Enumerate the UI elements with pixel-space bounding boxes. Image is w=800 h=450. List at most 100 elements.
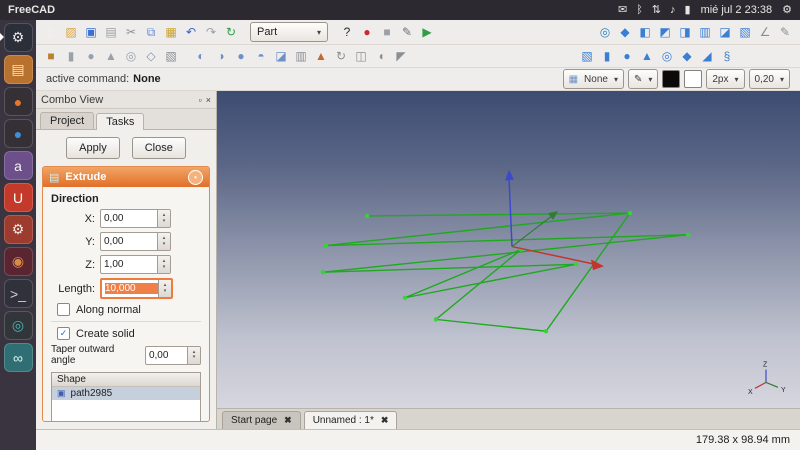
spinner-buttons[interactable]: ▴▾ xyxy=(158,280,171,297)
3d-viewport[interactable]: Z X Y xyxy=(217,91,800,408)
boolean-intersection-icon[interactable]: ◓ xyxy=(252,47,270,65)
working-plane-button[interactable]: ▦ None ▾ xyxy=(563,69,624,89)
solid-sphere-icon[interactable]: ● xyxy=(618,47,636,65)
solid-prism-icon[interactable]: ◆ xyxy=(678,47,696,65)
solid-cylinder-icon[interactable]: ▮ xyxy=(598,47,616,65)
cross-sections-icon[interactable]: ▥ xyxy=(292,47,310,65)
launcher-chromium[interactable]: ◎ xyxy=(4,311,33,340)
print-icon[interactable]: ▤ xyxy=(102,23,120,41)
solid-box-icon[interactable]: ▧ xyxy=(578,47,596,65)
line-width-select[interactable]: 2px ▾ xyxy=(706,69,744,89)
view-right-icon[interactable]: ◨ xyxy=(676,23,694,41)
solid-torus-icon[interactable]: ◎ xyxy=(658,47,676,65)
y-input[interactable]: 0,00 ▴▾ xyxy=(100,232,171,251)
boolean-icon[interactable]: ◐ xyxy=(192,47,210,65)
paste-icon[interactable]: ▦ xyxy=(162,23,180,41)
solid-wedge-icon[interactable]: ◢ xyxy=(698,47,716,65)
spinner-buttons[interactable]: ▴▾ xyxy=(157,233,170,250)
task-collapse-icon[interactable]: • xyxy=(188,170,203,185)
draw-style-button[interactable]: ✎ ▾ xyxy=(628,69,658,89)
create-solid-checkbox[interactable]: ✓ Create solid xyxy=(51,327,201,340)
view-bottom-icon[interactable]: ◪ xyxy=(716,23,734,41)
x-input[interactable]: 0,00 ▴▾ xyxy=(100,209,171,228)
refresh-icon[interactable]: ↻ xyxy=(222,23,240,41)
view-left-icon[interactable]: ▧ xyxy=(736,23,754,41)
volume-icon[interactable]: ♪ xyxy=(670,5,676,16)
launcher-system-settings[interactable]: ⚙ xyxy=(4,215,33,244)
close-tab-icon[interactable]: ✖ xyxy=(284,415,292,426)
save-icon[interactable]: ▣ xyxy=(82,23,100,41)
view-front-icon[interactable]: ◧ xyxy=(636,23,654,41)
shape-list-item[interactable]: ▣ path2985 xyxy=(52,387,200,400)
battery-icon[interactable]: ▮ xyxy=(685,5,691,16)
mirror-icon[interactable]: ◫ xyxy=(352,47,370,65)
open-file-icon[interactable]: ▨ xyxy=(62,23,80,41)
revolve-icon[interactable]: ↻ xyxy=(332,47,350,65)
part-box-icon[interactable]: ■ xyxy=(42,47,60,65)
along-normal-checkbox[interactable]: Along normal xyxy=(51,303,201,316)
bluetooth-icon[interactable]: ᛒ xyxy=(636,5,643,16)
close-panel-icon[interactable]: × xyxy=(206,95,211,105)
macro-play-icon[interactable]: ▶ xyxy=(418,23,436,41)
section-icon[interactable]: ◪ xyxy=(272,47,290,65)
close-button[interactable]: Close xyxy=(132,137,186,159)
new-file-icon[interactable]: ▯ xyxy=(42,23,60,41)
launcher-arduino[interactable]: ∞ xyxy=(4,343,33,372)
part-cylinder-icon[interactable]: ▮ xyxy=(62,47,80,65)
copy-icon[interactable]: ⧉ xyxy=(142,23,160,41)
spinner-buttons[interactable]: ▴▾ xyxy=(157,210,170,227)
view-rear-icon[interactable]: ▥ xyxy=(696,23,714,41)
create-primitives-icon[interactable]: ◇ xyxy=(142,47,160,65)
network-icon[interactable]: ⇅ xyxy=(652,5,661,16)
extrude-icon[interactable]: ▲ xyxy=(312,47,330,65)
session-menu-icon[interactable]: ⚙ xyxy=(782,5,792,16)
view-axonometric-icon[interactable]: ◆ xyxy=(616,23,634,41)
fit-all-icon[interactable]: ◎ xyxy=(596,23,614,41)
shape-builder-icon[interactable]: ▧ xyxy=(162,47,180,65)
launcher-firefox[interactable]: ● xyxy=(4,87,33,116)
tab-project[interactable]: Project xyxy=(40,112,94,129)
part-sphere-icon[interactable]: ● xyxy=(82,47,100,65)
z-input[interactable]: 1,00 ▴▾ xyxy=(100,255,171,274)
boolean-cut-icon[interactable]: ◑ xyxy=(212,47,230,65)
launcher-amazon[interactable]: a xyxy=(4,151,33,180)
macro-record-icon[interactable]: ● xyxy=(358,23,376,41)
tab-unnamed-document[interactable]: Unnamed : 1* ✖ xyxy=(304,411,398,429)
clock[interactable]: mié jul 2 23:38 xyxy=(701,5,773,16)
launcher-package-manager[interactable]: ◉ xyxy=(4,247,33,276)
solid-helix-icon[interactable]: § xyxy=(718,47,736,65)
launcher-web-browser[interactable]: ● xyxy=(4,119,33,148)
taper-input[interactable]: 0,00 ▴▾ xyxy=(145,346,201,365)
whats-this-icon[interactable]: ? xyxy=(338,23,356,41)
line-color-swatch[interactable] xyxy=(662,70,680,88)
launcher-freecad[interactable]: ⚙ xyxy=(4,23,33,52)
tab-tasks[interactable]: Tasks xyxy=(96,113,144,130)
spinner-buttons[interactable]: ▴▾ xyxy=(157,256,170,273)
redo-icon[interactable]: ↷ xyxy=(202,23,220,41)
part-cone-icon[interactable]: ▲ xyxy=(102,47,120,65)
macro-stop-icon[interactable]: ■ xyxy=(378,23,396,41)
view-top-icon[interactable]: ◩ xyxy=(656,23,674,41)
tab-start-page[interactable]: Start page ✖ xyxy=(222,411,301,429)
length-input[interactable]: 10,000 ▴▾ xyxy=(100,278,173,299)
part-torus-icon[interactable]: ◎ xyxy=(122,47,140,65)
chat-icon[interactable]: ✉ xyxy=(618,5,627,16)
chamfer-icon[interactable]: ◤ xyxy=(392,47,410,65)
solid-cone-icon[interactable]: ▲ xyxy=(638,47,656,65)
launcher-files[interactable]: ▤ xyxy=(4,55,33,84)
face-color-swatch[interactable] xyxy=(684,70,702,88)
apply-button[interactable]: Apply xyxy=(66,137,120,159)
spinner-buttons[interactable]: ▴▾ xyxy=(187,347,200,364)
launcher-ubuntu-software[interactable]: U xyxy=(4,183,33,212)
undo-icon[interactable]: ↶ xyxy=(182,23,200,41)
cut-icon[interactable]: ✂ xyxy=(122,23,140,41)
workbench-selector[interactable]: Part ▾ xyxy=(250,22,328,42)
measure-icon[interactable]: ∠ xyxy=(756,23,774,41)
boolean-union-icon[interactable]: ● xyxy=(232,47,250,65)
float-panel-icon[interactable]: ▫ xyxy=(199,95,202,105)
scale-select[interactable]: 0,20 ▾ xyxy=(749,69,790,89)
annotation-icon[interactable]: ✎ xyxy=(776,23,794,41)
fillet-icon[interactable]: ◖ xyxy=(372,47,390,65)
macro-edit-icon[interactable]: ✎ xyxy=(398,23,416,41)
close-tab-icon[interactable]: ✖ xyxy=(381,415,389,426)
